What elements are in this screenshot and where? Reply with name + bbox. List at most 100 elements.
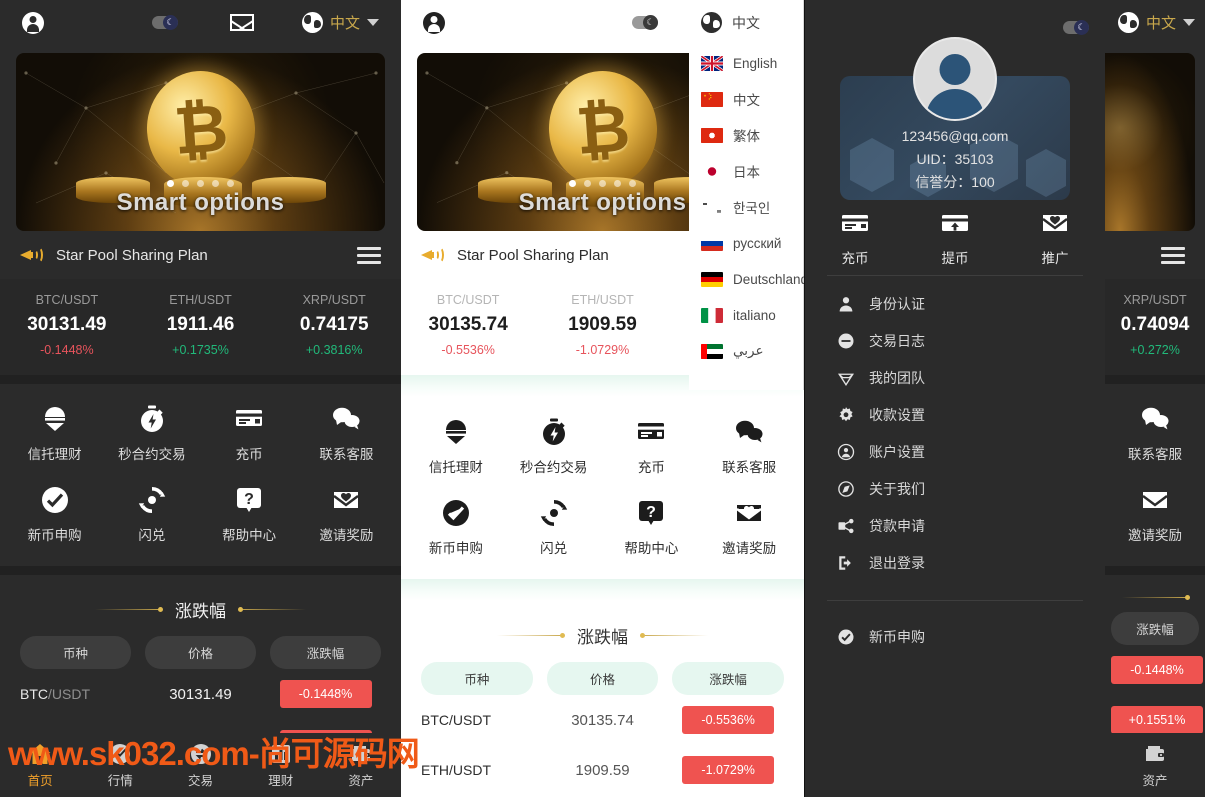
row-base: ETH	[421, 762, 449, 778]
panel4-section-heading	[1105, 575, 1205, 612]
menu-item-loan-application[interactable]: 贷款申请	[805, 507, 1105, 544]
language-current[interactable]: 中文	[732, 13, 760, 33]
grid-cell[interactable]: 联系客服	[1111, 404, 1199, 463]
panel1-bottom-nav: 首页 行情 交易 理财 资产	[0, 733, 401, 797]
ticker-cell[interactable]: ETH/USDT 1911.46 +0.1735%	[134, 293, 268, 357]
menu-burger-icon[interactable]	[357, 246, 381, 264]
language-label: 繁体	[733, 129, 760, 144]
menu-item-payment-settings[interactable]: 收款设置	[805, 396, 1105, 433]
quick-action-withdraw[interactable]: 提币	[905, 208, 1005, 267]
row-base: BTC	[421, 712, 449, 728]
grid-cell[interactable]: 新币申购	[407, 498, 505, 557]
grid-label: 帮助中心	[222, 528, 277, 543]
language-option-italian[interactable]: italiano	[689, 297, 803, 333]
language-option-arabic[interactable]: عربي	[689, 333, 803, 369]
menu-item-account-settings[interactable]: 账户设置	[805, 433, 1105, 470]
user-avatar-icon[interactable]	[22, 11, 44, 34]
chevron-down-icon[interactable]	[367, 19, 379, 26]
th-change[interactable]: 涨跌幅	[1111, 612, 1199, 645]
menu-burger-icon[interactable]	[1161, 246, 1185, 264]
grid-cell[interactable]: 闪兑	[505, 498, 603, 557]
th-coin[interactable]: 币种	[20, 636, 131, 669]
th-price[interactable]: 价格	[546, 662, 659, 695]
grid-cell[interactable]: 闪兑	[103, 485, 200, 544]
quick-action-deposit[interactable]: 充币	[805, 208, 905, 267]
menu-item-new-coin[interactable]: 新币申购	[805, 618, 1105, 655]
menu-item-transaction-log[interactable]: 交易日志	[805, 322, 1105, 359]
table-row[interactable]: ETH/USDT 1909.59 -1.0729%	[401, 745, 804, 795]
panel4-banner[interactable]: ₿	[1105, 53, 1195, 231]
grid-cell[interactable]: 邀请奖励	[700, 498, 798, 557]
grid-cell[interactable]: 信托理财	[6, 404, 103, 463]
globe-icon[interactable]	[1117, 12, 1139, 33]
panel4-language-label[interactable]: 中文	[1146, 12, 1176, 33]
table-row[interactable]: BTC/USDT 30131.49 -0.1448%	[0, 669, 401, 719]
menu-item-about-us[interactable]: 关于我们	[805, 470, 1105, 507]
language-option-german[interactable]: Deutschland	[689, 261, 804, 297]
language-label: italiano	[733, 307, 776, 323]
panel1-icon-grid: 信托理财 秒合约交易 充币 联系客服 新币申购 闪兑 ? 帮助中心 邀请奖励	[0, 384, 401, 566]
change-pill: -0.1448%	[279, 680, 372, 708]
th-change[interactable]: 涨跌幅	[672, 662, 785, 695]
panel1-language-label[interactable]: 中文	[330, 12, 360, 33]
carousel-dots[interactable]	[16, 180, 385, 187]
user-avatar-icon[interactable]	[423, 11, 445, 34]
globe-icon[interactable]	[701, 12, 722, 33]
language-option-english[interactable]: English	[689, 45, 803, 81]
language-option-russian[interactable]: русский	[689, 225, 803, 261]
panel1-banner[interactable]: ₿ Smart options	[16, 53, 385, 231]
grid-cell[interactable]: 充币	[603, 417, 701, 476]
bottom-nav-item-markets[interactable]: 行情	[80, 742, 160, 789]
menu-item-my-team[interactable]: 我的团队	[805, 359, 1105, 396]
quick-actions: 充币 提币 推广	[805, 208, 1105, 267]
screenshot-stage: 中文 ₿ XRP/USDT 0.74094 +0.272%	[0, 0, 1205, 797]
grid-cell[interactable]: 邀请奖励	[298, 485, 395, 544]
ticker-change: -0.5536%	[441, 343, 495, 357]
grid-label: 秒合约交易	[519, 460, 588, 475]
quick-action-promotion[interactable]: 推广	[1005, 208, 1105, 267]
th-change[interactable]: 涨跌幅	[270, 636, 381, 669]
row-price: 30135.74	[571, 711, 634, 729]
bottom-nav-item-assets[interactable]: 资产	[321, 742, 401, 789]
grid-cell[interactable]: ? 帮助中心	[201, 485, 298, 544]
grid-cell[interactable]: 秒合约交易	[103, 404, 200, 463]
grid-cell[interactable]: 新币申购	[6, 485, 103, 544]
grid-cell[interactable]: 联系客服	[298, 404, 395, 463]
grid-cell[interactable]: ? 帮助中心	[603, 498, 701, 557]
grid-cell[interactable]: 信托理财	[407, 417, 505, 476]
bottom-nav-item[interactable]: 资产	[1105, 742, 1205, 789]
bottom-nav-item-finance[interactable]: 理财	[241, 742, 321, 789]
grid-cell[interactable]: 秒合约交易	[505, 417, 603, 476]
dark-mode-toggle[interactable]: ☾	[151, 15, 178, 30]
table-row[interactable]: BTC/USDT 30135.74 -0.5536%	[401, 695, 804, 745]
mail-icon[interactable]	[229, 14, 254, 31]
table-row[interactable]: -0.1448%	[1105, 645, 1205, 695]
menu-item-identity[interactable]: 身份认证	[805, 285, 1105, 322]
grid-cell[interactable]: 充币	[201, 404, 298, 463]
panel1-header: ☾ 中文	[0, 0, 401, 45]
ticker-cell[interactable]: ETH/USDT 1909.59 -1.0729%	[535, 293, 669, 357]
ticker-cell[interactable]: BTC/USDT 30131.49 -0.1448%	[0, 293, 134, 357]
language-option-japanese[interactable]: 日本	[689, 153, 803, 189]
language-option-chinese[interactable]: 中文	[689, 81, 803, 117]
language-option-traditional[interactable]: 繁体	[689, 117, 803, 153]
avatar[interactable]	[913, 37, 997, 121]
panel1-notice-row[interactable]: Star Pool Sharing Plan	[0, 231, 401, 279]
bottom-nav-item-trade[interactable]: 交易	[160, 742, 240, 789]
th-coin[interactable]: 币种	[421, 662, 533, 695]
ticker-cell[interactable]: BTC/USDT 30135.74 -0.5536%	[401, 293, 535, 357]
grid-cell[interactable]: 联系客服	[700, 417, 798, 476]
dark-mode-toggle[interactable]: ☾	[1063, 20, 1089, 35]
dark-mode-toggle[interactable]: ☾	[632, 15, 658, 30]
grid-cell[interactable]: 邀请奖励	[1111, 485, 1199, 544]
th-price[interactable]: 价格	[145, 636, 256, 669]
panel4-icon-grid: 联系客服 邀请奖励	[1105, 384, 1205, 566]
chevron-down-icon[interactable]	[1183, 19, 1195, 26]
panel2-section-heading: 涨跌幅	[401, 601, 804, 662]
menu-item-logout[interactable]: 退出登录	[805, 544, 1105, 581]
ticker-cell[interactable]: XRP/USDT 0.74175 +0.3816%	[267, 293, 401, 357]
language-option-korean[interactable]: 한국인	[689, 189, 803, 225]
globe-icon[interactable]	[301, 12, 323, 33]
grid-label: 充币	[235, 447, 263, 462]
bottom-nav-item-home[interactable]: 首页	[0, 742, 80, 789]
